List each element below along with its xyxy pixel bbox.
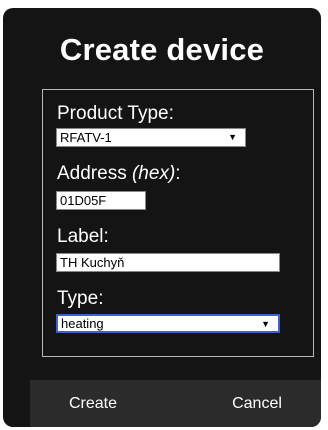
device-form: Product Type: RFATV-1 ▼ Address (hex): 0… (42, 89, 314, 357)
type-label: Type: (57, 288, 104, 309)
chevron-down-icon: ▼ (261, 319, 270, 329)
create-button[interactable]: Create (48, 380, 138, 427)
type-value: heating (61, 316, 104, 331)
product-type-select[interactable]: RFATV-1 ▼ (56, 128, 246, 147)
cancel-button[interactable]: Cancel (210, 380, 304, 427)
product-type-value: RFATV-1 (60, 130, 112, 145)
address-label-suffix: : (175, 163, 181, 184)
create-device-dialog: Create device Product Type: RFATV-1 ▼ Ad… (3, 8, 321, 427)
address-label: Address (hex): (57, 164, 181, 183)
product-type-label: Product Type: (57, 103, 174, 124)
type-select[interactable]: heating ▼ (56, 314, 280, 333)
label-field-label: Label: (57, 226, 109, 247)
address-input[interactable]: 01D05F (56, 191, 146, 210)
dialog-footer: Create Cancel (30, 380, 321, 427)
address-hint: (hex) (131, 163, 176, 184)
address-label-text: Address (57, 163, 132, 184)
dialog-title: Create device (59, 32, 265, 67)
chevron-down-icon: ▼ (228, 132, 237, 142)
label-input[interactable]: TH Kuchyň (56, 253, 280, 272)
